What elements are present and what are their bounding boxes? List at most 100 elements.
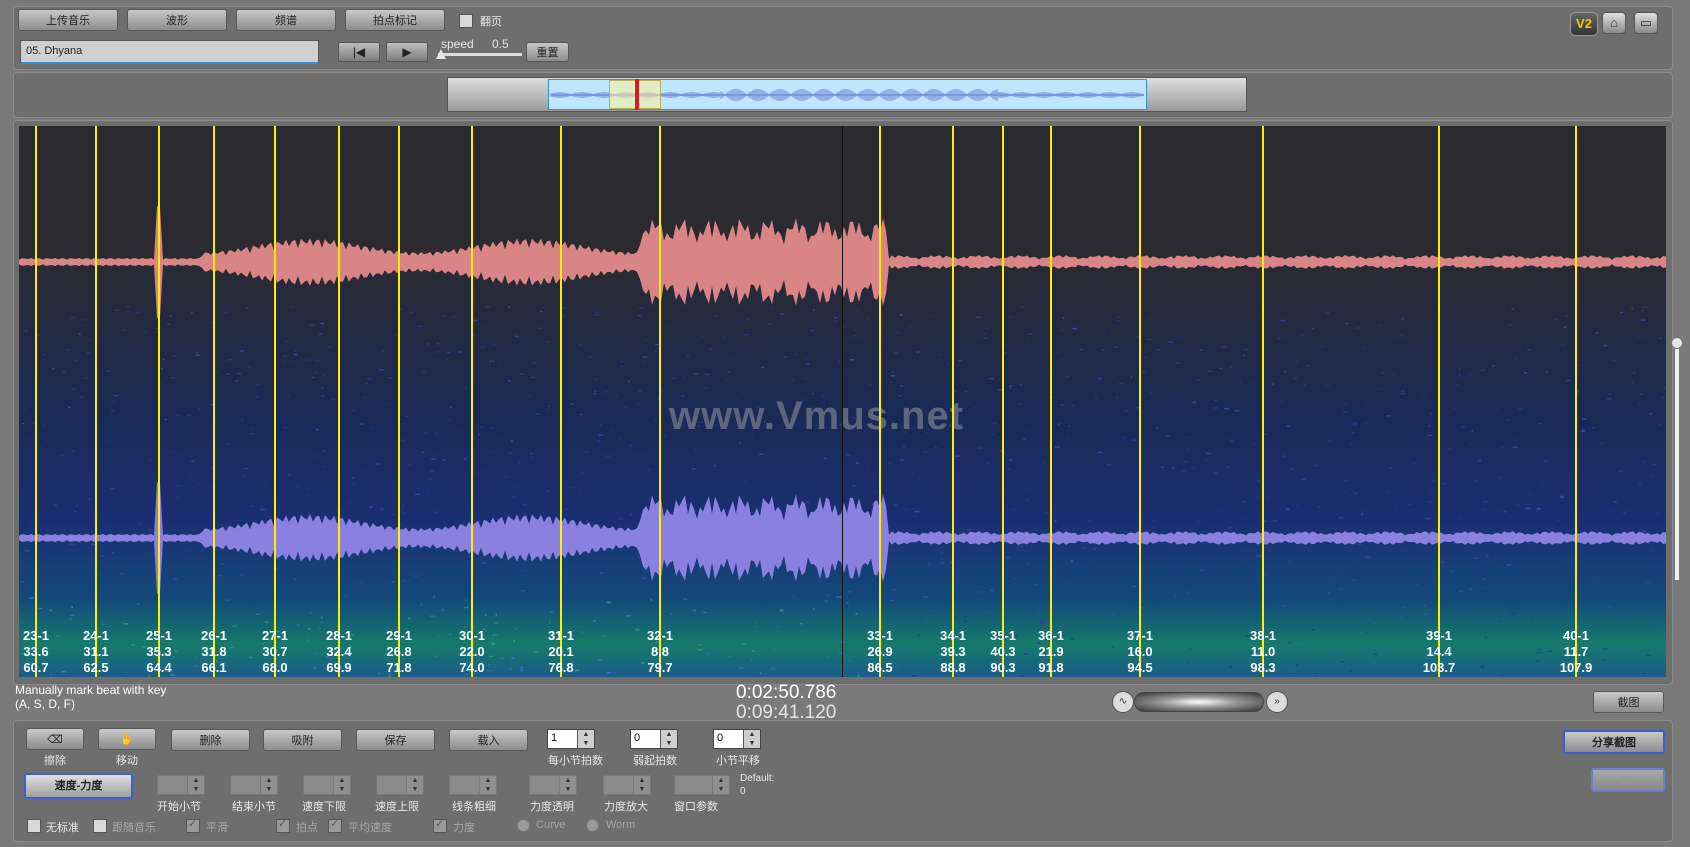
end-bar-label: 结束小节	[232, 801, 276, 813]
beat-label-a: 8.8	[650, 644, 670, 659]
waveform-button[interactable]: 波形	[127, 9, 227, 31]
window-param-arrows[interactable]: ▲ ▼	[712, 776, 729, 794]
beat-line[interactable]	[1262, 126, 1264, 677]
dyn-opacity-arrows[interactable]: ▲ ▼	[559, 776, 576, 794]
tempo-max-stepper[interactable]: ▲ ▼	[376, 775, 424, 795]
move-button[interactable]: ✋	[98, 728, 156, 750]
skip-back-button[interactable]: |◀	[338, 42, 380, 62]
beat-mark-button[interactable]: 拍点标记	[345, 9, 445, 31]
end-bar-arrows[interactable]: ▲ ▼	[260, 776, 277, 794]
smooth-checkbox[interactable]	[186, 817, 200, 833]
tempo-max-arrows[interactable]: ▲ ▼	[406, 776, 423, 794]
beat-label-a: 31.8	[201, 644, 227, 659]
eraser-icon: ⌫	[47, 734, 63, 746]
reset-button[interactable]: 重置	[526, 42, 569, 62]
beat-line[interactable]	[338, 126, 340, 677]
tempo-min-stepper[interactable]: ▲ ▼	[303, 775, 351, 795]
line-width-arrows[interactable]: ▲ ▼	[479, 776, 496, 794]
speed-slider-thumb[interactable]	[436, 49, 446, 59]
beat-line[interactable]	[560, 126, 562, 677]
end-bar-stepper[interactable]: ▲ ▼	[230, 775, 278, 795]
beat-line[interactable]	[95, 126, 97, 677]
beat-line[interactable]	[213, 126, 215, 677]
dyn-opacity-stepper[interactable]: ▲ ▼	[529, 775, 577, 795]
beat-label-id: 25-1	[145, 628, 173, 643]
beat-label: 29-1 26.8 71.8	[386, 628, 412, 676]
beats-per-bar-arrows[interactable]: ▲ ▼	[577, 730, 594, 748]
beat-line[interactable]	[1002, 126, 1004, 677]
tempo-min-arrows[interactable]: ▲ ▼	[333, 776, 350, 794]
beat-line[interactable]	[471, 126, 473, 677]
waveform-zoom-icon[interactable]: ∿	[1112, 691, 1134, 713]
tempo-dynamics-button[interactable]: 速度-力度	[24, 773, 133, 799]
beat-label-id: 40-1	[1562, 628, 1590, 643]
overview-track[interactable]	[447, 77, 1247, 112]
beat-line[interactable]	[1139, 126, 1141, 677]
beat-line[interactable]	[398, 126, 400, 677]
line-width-label: 线条粗细	[452, 801, 496, 813]
snap-button[interactable]: 吸附	[263, 729, 342, 751]
page-turn-checkbox[interactable]	[459, 14, 473, 28]
speed-slider[interactable]	[436, 49, 522, 59]
beat-label-id: 30-1	[458, 628, 486, 643]
file-name-field[interactable]: 05. Dhyana	[20, 40, 319, 64]
bar-shift-arrows[interactable]: ▲ ▼	[743, 730, 760, 748]
fast-forward-icon[interactable]: »	[1266, 691, 1288, 713]
bar-shift-stepper[interactable]: 0 ▲ ▼	[713, 729, 761, 749]
upload-music-button[interactable]: 上传音乐	[18, 9, 118, 31]
beats-per-bar-stepper[interactable]: 1 ▲ ▼	[547, 729, 595, 749]
vertical-scroll-thumb[interactable]	[1671, 337, 1683, 349]
beat-line[interactable]	[35, 126, 37, 677]
curve-radio[interactable]	[517, 819, 530, 832]
erase-button[interactable]: ⌫	[26, 728, 84, 750]
beat-label-a: 26.8	[386, 644, 412, 659]
beat-line[interactable]	[274, 126, 276, 677]
spectrum-button[interactable]: 频谱	[236, 9, 336, 31]
line-width-stepper[interactable]: ▲ ▼	[449, 775, 497, 795]
delete-button[interactable]: 删除	[171, 729, 250, 751]
dynamics-checkbox[interactable]	[433, 817, 447, 833]
start-bar-stepper[interactable]: ▲ ▼	[157, 775, 205, 795]
dyn-zoom-stepper[interactable]: ▲ ▼	[603, 775, 651, 795]
beat-line[interactable]	[1050, 126, 1052, 677]
home-icon[interactable]: ⌂	[1602, 12, 1626, 34]
beat-label-b: 79.7	[647, 660, 673, 675]
save-button[interactable]: 保存	[356, 729, 435, 751]
dyn-zoom-arrows[interactable]: ▲ ▼	[633, 776, 650, 794]
window-param-stepper[interactable]: ▲ ▼	[674, 775, 730, 795]
vertical-scroll-track[interactable]	[1675, 340, 1679, 580]
overview-window[interactable]	[548, 79, 1147, 110]
zoom-slider[interactable]: ∿ »	[1112, 691, 1288, 713]
beat-line[interactable]	[158, 126, 160, 677]
playhead-line[interactable]	[842, 126, 843, 677]
no-phrasing-checkbox[interactable]	[27, 819, 41, 833]
weak-beats-stepper[interactable]: 0 ▲ ▼	[630, 729, 678, 749]
beat-label-b: 90.3	[990, 660, 1016, 675]
beat-label-a: 14.4	[1426, 644, 1452, 659]
ok-button[interactable]: OK	[1591, 768, 1665, 792]
beat-line[interactable]	[1438, 126, 1440, 677]
start-bar-arrows[interactable]: ▲ ▼	[187, 776, 204, 794]
playhead-marker[interactable]	[635, 79, 639, 110]
load-button[interactable]: 载入	[449, 729, 528, 751]
worm-radio[interactable]	[586, 819, 599, 832]
beat-line[interactable]	[879, 126, 881, 677]
zoom-track[interactable]	[1134, 692, 1264, 712]
avg-tempo-checkbox[interactable]	[328, 817, 342, 833]
v2-icon[interactable]: V2	[1570, 12, 1598, 36]
fullscreen-icon[interactable]: ▭	[1634, 12, 1658, 34]
beat-line[interactable]	[1575, 126, 1577, 677]
beat-point-checkbox[interactable]	[276, 817, 290, 833]
share-screenshot-button[interactable]: 分享截图	[1563, 730, 1665, 754]
beat-line[interactable]	[952, 126, 954, 677]
play-button[interactable]: ▶	[386, 42, 428, 62]
beat-label-a: 40.3	[990, 644, 1016, 659]
beat-label: 36-1 21.9 91.8	[1038, 628, 1064, 676]
follow-music-checkbox[interactable]	[93, 819, 107, 833]
beat-label-id: 24-1	[82, 628, 110, 643]
screenshot-button[interactable]: 截图	[1593, 691, 1664, 713]
beat-line[interactable]	[659, 126, 661, 677]
weak-beats-arrows[interactable]: ▲ ▼	[660, 730, 677, 748]
spectrogram-view[interactable]: www.Vmus.net 23-1 33.6 60.7 24-1 31.1 62.5 25-…	[19, 126, 1666, 677]
beat-label: 39-1 14.4 103.7	[1423, 628, 1456, 676]
